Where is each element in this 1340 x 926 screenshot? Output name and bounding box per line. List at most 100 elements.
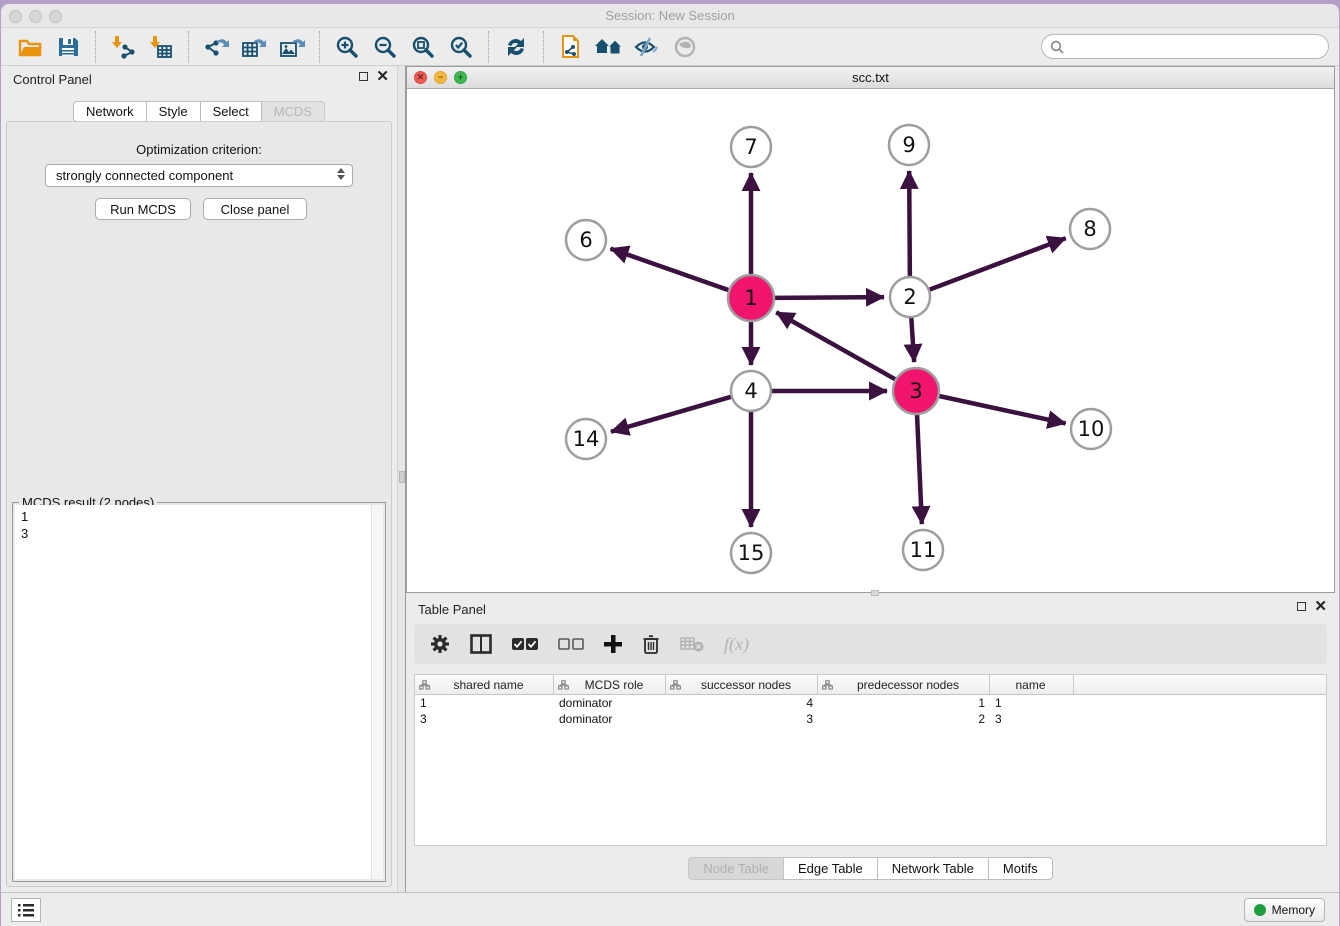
select-all-button[interactable] [512, 637, 538, 651]
cell-predecessor-nodes[interactable]: 1 [818, 696, 990, 710]
criterion-value: strongly connected component [56, 168, 233, 183]
export-image-button[interactable] [276, 31, 308, 63]
control-tab-style[interactable]: Style [147, 101, 201, 122]
show-hidden-button[interactable] [669, 31, 701, 63]
control-tab-mcds[interactable]: MCDS [262, 101, 325, 122]
graph-node-6[interactable]: 6 [566, 220, 606, 260]
graph-node-4[interactable]: 4 [731, 371, 771, 411]
graph-node-2[interactable]: 2 [890, 277, 930, 317]
graph-node-7[interactable]: 7 [731, 127, 771, 167]
delete-column-button[interactable] [642, 634, 660, 654]
edge-3-10[interactable] [938, 396, 1065, 424]
window-titlebar: Session: New Session [1, 4, 1339, 28]
cell-shared-name[interactable]: 3 [415, 712, 554, 726]
table-tab-network-table[interactable]: Network Table [878, 857, 989, 880]
cell-shared-name[interactable]: 1 [415, 696, 554, 710]
zoom-out-button[interactable] [369, 31, 401, 63]
table-tab-edge-table[interactable]: Edge Table [784, 857, 878, 880]
export-network-icon [203, 35, 229, 59]
unchecked-boxes-icon [558, 637, 584, 651]
edge-3-11[interactable] [917, 414, 922, 524]
import-network-button[interactable] [107, 31, 139, 63]
toolbar-separator [188, 31, 189, 63]
column-header-successor-nodes[interactable]: successor nodes [666, 675, 818, 694]
float-panel-icon[interactable] [1297, 602, 1306, 611]
table-row[interactable]: 3dominator323 [415, 711, 1326, 727]
show-column-panel-button[interactable] [470, 634, 492, 654]
table-tab-node-table[interactable]: Node Table [688, 857, 784, 880]
table-settings-button[interactable] [430, 634, 450, 654]
first-neighbors-button[interactable] [593, 31, 625, 63]
export-image-icon [279, 35, 305, 59]
edge-3-1[interactable] [776, 312, 896, 379]
cell-name[interactable]: 3 [990, 712, 1074, 726]
hide-selected-button[interactable] [631, 31, 663, 63]
column-header-name[interactable]: name [990, 675, 1074, 694]
run-mcds-button[interactable]: Run MCDS [95, 198, 191, 220]
eye-slash-icon [633, 36, 661, 58]
network-graph[interactable]: 7 9 6 8 1 2 4 3 14 10 15 11 [407, 89, 1332, 594]
edge-1-2[interactable] [774, 297, 884, 298]
memory-button[interactable]: Memory [1244, 898, 1325, 922]
table-row[interactable]: 1dominator411 [415, 695, 1326, 711]
cell-name[interactable]: 1 [990, 696, 1074, 710]
graph-node-3[interactable]: 3 [893, 368, 939, 414]
zoom-fit-button[interactable] [407, 31, 439, 63]
edge-4-14[interactable] [611, 397, 732, 432]
result-scrollbar[interactable] [371, 505, 383, 879]
graph-node-15[interactable]: 15 [731, 533, 771, 573]
memory-label: Memory [1272, 903, 1315, 917]
graph-node-1[interactable]: 1 [728, 275, 774, 321]
control-tab-select[interactable]: Select [201, 101, 262, 122]
deselect-all-button[interactable] [558, 637, 584, 651]
cell-MCDS-role[interactable]: dominator [554, 696, 666, 710]
column-header-predecessor-nodes[interactable]: predecessor nodes [818, 675, 990, 694]
function-builder-button[interactable]: f(x) [724, 634, 749, 655]
export-network-button[interactable] [200, 31, 232, 63]
graph-node-14[interactable]: 14 [566, 419, 606, 459]
close-panel-icon[interactable]: ✕ [376, 72, 389, 81]
edge-2-8[interactable] [929, 238, 1066, 290]
search-input[interactable] [1068, 39, 1328, 55]
vertical-splitter[interactable] [397, 66, 406, 892]
zoom-in-icon [335, 35, 359, 59]
control-tab-network[interactable]: Network [73, 101, 147, 122]
task-history-button[interactable] [11, 898, 41, 922]
edge-2-3[interactable] [911, 317, 914, 362]
network-canvas[interactable]: 7 9 6 8 1 2 4 3 14 10 15 11 [407, 89, 1334, 592]
import-table-button[interactable] [145, 31, 177, 63]
export-table-button[interactable] [238, 31, 270, 63]
float-panel-icon[interactable] [359, 72, 368, 81]
trash-icon [642, 634, 660, 654]
cell-MCDS-role[interactable]: dominator [554, 712, 666, 726]
delete-table-button[interactable] [680, 636, 704, 652]
open-session-button[interactable] [14, 31, 46, 63]
apply-layout-button[interactable] [500, 31, 532, 63]
cell-predecessor-nodes[interactable]: 2 [818, 712, 990, 726]
graph-node-11[interactable]: 11 [903, 530, 943, 570]
table-tab-motifs[interactable]: Motifs [989, 857, 1053, 880]
zoom-fit-icon [411, 35, 435, 59]
duplicate-network-button[interactable] [555, 31, 587, 63]
close-panel-icon[interactable]: ✕ [1314, 602, 1327, 611]
column-header-shared-name[interactable]: shared name [415, 675, 554, 694]
close-panel-button[interactable]: Close panel [203, 198, 307, 220]
cell-successor-nodes[interactable]: 3 [666, 712, 818, 726]
column-header-MCDS-role[interactable]: MCDS role [554, 675, 666, 694]
zoom-selected-button[interactable] [445, 31, 477, 63]
search-box[interactable] [1041, 34, 1329, 59]
splitter-grip[interactable] [399, 471, 405, 483]
create-column-button[interactable] [604, 635, 622, 653]
graph-node-8[interactable]: 8 [1070, 209, 1110, 249]
cell-successor-nodes[interactable]: 4 [666, 696, 818, 710]
graph-node-10[interactable]: 10 [1071, 409, 1111, 449]
graph-node-9[interactable]: 9 [889, 125, 929, 165]
edge-1-6[interactable] [611, 249, 730, 291]
mcds-result-text[interactable]: 1 3 [15, 505, 383, 879]
save-session-button[interactable] [52, 31, 84, 63]
node-label: 14 [573, 427, 600, 451]
edge-2-9[interactable] [909, 171, 910, 277]
save-icon [57, 36, 79, 58]
zoom-in-button[interactable] [331, 31, 363, 63]
criterion-dropdown[interactable]: strongly connected component [45, 164, 353, 187]
